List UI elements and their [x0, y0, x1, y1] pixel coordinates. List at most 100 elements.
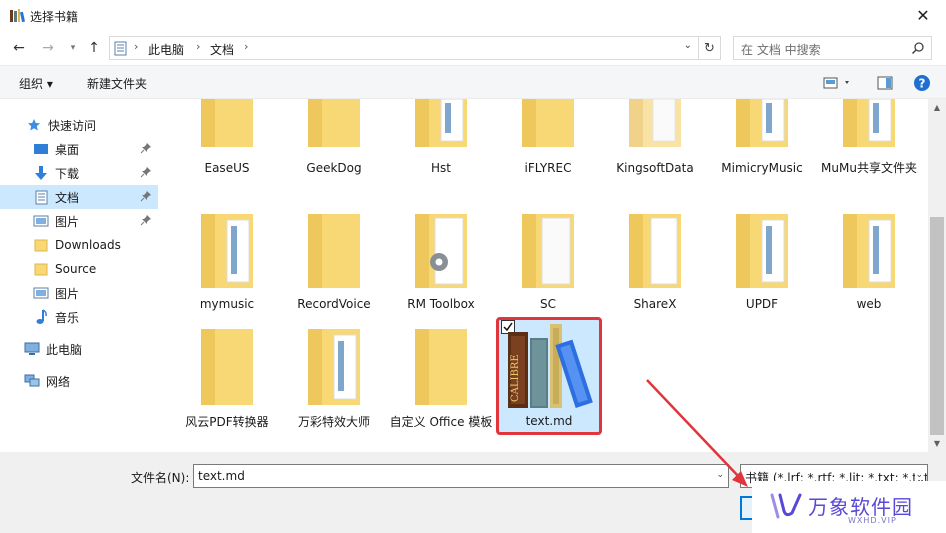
sidebar-item-source[interactable]: Source [0, 257, 158, 281]
scrollbar-thumb[interactable] [930, 217, 944, 435]
file-label: RecordVoice [297, 297, 371, 311]
folder-with-documents-icon [308, 329, 360, 405]
file-item-text-md[interactable]: CALIBRE text.md [496, 317, 602, 435]
sidebar-item-downloads-folder[interactable]: Downloads [0, 233, 158, 257]
chevron-down-icon[interactable]: ⌄ [716, 470, 724, 480]
sidebar-item-label: 桌面 [55, 142, 80, 157]
file-label: EaseUS [204, 161, 250, 175]
chevron-down-icon[interactable]: ⌄ [684, 40, 692, 51]
pin-icon[interactable] [140, 166, 152, 181]
command-toolbar: 组织 ▾ 新建文件夹 ? [0, 65, 946, 99]
file-label: UPDF [745, 297, 779, 311]
sidebar-item-label: 文档 [55, 190, 80, 205]
breadcrumb-separator-icon: › [196, 40, 201, 53]
forward-button[interactable]: → [39, 40, 57, 56]
sidebar-item-label: Source [55, 262, 97, 276]
file-label: mymusic [199, 297, 255, 311]
sidebar-item-documents[interactable]: 文档 [0, 185, 158, 209]
watermark: 万象软件园 WXHD.VIP [752, 481, 946, 533]
arrow-right-icon: → [42, 40, 54, 56]
pin-icon[interactable] [140, 142, 152, 157]
window-title: 选择书籍 [30, 10, 79, 24]
close-icon: ✕ [916, 6, 930, 25]
organize-button[interactable]: 组织 ▾ [19, 75, 53, 92]
file-label: KingsoftData [616, 161, 694, 175]
navigation-bar: ← → ▾ ↑ › 此电脑 › 文档 › ⌄ ↻ 在 文档 中搜索 [0, 31, 946, 65]
filename-input[interactable]: text.md ⌄ [193, 464, 729, 488]
sidebar-item-label: 网络 [46, 374, 71, 389]
desktop-icon [33, 141, 49, 157]
file-label: SC [540, 297, 556, 311]
file-label: 风云PDF转换器 [185, 415, 269, 429]
file-label: text.md [525, 414, 573, 428]
file-label: Hst [431, 161, 451, 175]
documents-location-icon [114, 41, 127, 56]
folder-icon [308, 99, 360, 147]
folder-with-documents-icon [843, 99, 895, 147]
calibre-books-icon: CALIBRE [508, 324, 593, 408]
svg-text:?: ? [919, 77, 926, 91]
network-icon [24, 373, 40, 389]
file-label: iFLYREC [524, 161, 572, 175]
breadcrumb-this-pc[interactable]: 此电脑 [148, 41, 184, 58]
refresh-button[interactable]: ↻ [699, 36, 721, 60]
navigation-pane: 快速访问 桌面 下载 文档 图片 Downloads Source 图片 音乐 … [0, 99, 160, 452]
pictures-icon [33, 285, 49, 301]
folder-icon [33, 261, 49, 277]
chevron-down-icon[interactable]: ⌄ [915, 470, 923, 480]
file-label: 自定义 Office 模板 [389, 415, 493, 429]
pictures-icon [33, 213, 49, 229]
file-label: RM Toolbox [407, 297, 475, 311]
folder-icon [201, 329, 253, 405]
sidebar-item-pictures-2[interactable]: 图片 [0, 281, 158, 305]
file-list: EaseUS GeekDog Hst iFLYREC KingsoftData … [170, 99, 928, 452]
folder-icon [522, 99, 574, 147]
breadcrumb-separator-icon: › [244, 40, 249, 53]
back-button[interactable]: ← [10, 40, 28, 56]
sidebar-item-label: 图片 [55, 214, 80, 229]
address-bar[interactable]: › 此电脑 › 文档 › ⌄ [109, 36, 699, 60]
sidebar-item-pictures[interactable]: 图片 [0, 209, 158, 233]
chevron-down-icon: ▾ [70, 43, 76, 53]
file-label: ShareX [633, 297, 677, 311]
vertical-scrollbar[interactable]: ▲ ▼ [928, 99, 946, 452]
search-box[interactable]: 在 文档 中搜索 [733, 36, 932, 60]
file-label: web [856, 297, 882, 311]
preview-pane-icon[interactable] [877, 75, 893, 91]
sidebar-item-label: 下载 [55, 166, 80, 181]
up-button[interactable]: ↑ [85, 40, 103, 56]
breadcrumb-documents[interactable]: 文档 [210, 41, 234, 58]
folder-with-documents-icon [415, 99, 467, 147]
arrow-left-icon: ← [13, 40, 25, 56]
pin-icon[interactable] [140, 190, 152, 205]
scroll-up-icon[interactable]: ▲ [928, 99, 946, 116]
search-icon [911, 42, 924, 55]
file-label: 万彩特效大师 [297, 415, 370, 429]
folder-with-settings-icon [415, 214, 467, 288]
file-label: MuMu共享文件夹 [821, 161, 917, 175]
recent-locations-button[interactable]: ▾ [64, 40, 82, 56]
filename-label: 文件名(N): [131, 471, 190, 485]
sidebar-item-downloads[interactable]: 下载 [0, 161, 158, 185]
folder-icon [33, 237, 49, 253]
new-folder-button[interactable]: 新建文件夹 [87, 75, 147, 92]
view-options-icon[interactable] [823, 75, 853, 91]
filename-value: text.md [198, 469, 245, 483]
refresh-icon: ↻ [704, 40, 715, 56]
sidebar-item-desktop[interactable]: 桌面 [0, 137, 158, 161]
folder-with-documents-icon [736, 99, 788, 147]
pin-icon[interactable] [140, 214, 152, 229]
scroll-down-icon[interactable]: ▼ [928, 435, 946, 452]
folder-with-documents-icon [522, 214, 574, 288]
sidebar-item-this-pc[interactable]: 此电脑 [0, 337, 158, 361]
breadcrumb-separator-icon: › [134, 40, 139, 53]
help-icon[interactable]: ? [913, 74, 931, 92]
close-button[interactable]: ✕ [900, 0, 946, 31]
folder-with-documents-icon [736, 214, 788, 288]
sidebar-item-music[interactable]: 音乐 [0, 305, 158, 329]
arrow-up-icon: ↑ [88, 40, 100, 56]
sidebar-item-quick-access[interactable]: 快速访问 [0, 113, 158, 137]
sidebar-item-network[interactable]: 网络 [0, 369, 158, 393]
watermark-logo-icon [770, 493, 802, 519]
star-icon [26, 117, 42, 133]
